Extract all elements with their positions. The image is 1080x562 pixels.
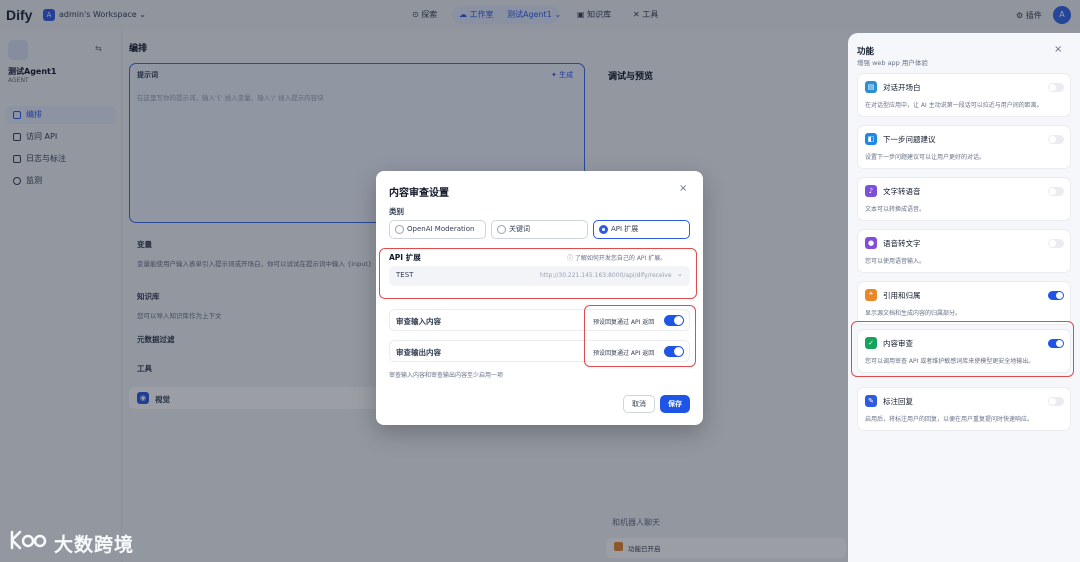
input-review-label: 审查输入内容 [396, 317, 441, 326]
feature-card-opening[interactable]: ▤ 对话开场白 在对话型应用中，让 AI 主动说第一段话可以拉近与用户间的距离。 [857, 73, 1071, 117]
cancel-button[interactable]: 取消 [623, 395, 655, 413]
highlight-box [584, 305, 696, 367]
option-api-extension[interactable]: API 扩展 [593, 220, 690, 239]
feature-desc: 启用后，将标注用户的回复，以便在用户重复提问时快速响应。 [865, 416, 1034, 423]
message-icon: ▤ [865, 81, 877, 93]
feature-name: 标注回复 [883, 397, 913, 406]
feature-name: 对话开场白 [883, 83, 921, 92]
option-label: API 扩展 [611, 225, 639, 233]
radio-icon [497, 225, 506, 234]
feature-name: 下一步问题建议 [883, 135, 936, 144]
feature-toggle[interactable] [1048, 291, 1064, 300]
feature-name: 语音转文字 [883, 239, 921, 248]
api-extension-name: TEST [396, 271, 414, 279]
chevron-down-icon: ⌄ [677, 270, 683, 278]
feature-toggle[interactable] [1048, 135, 1064, 144]
chat-bubbles-icon: ◧ [865, 133, 877, 145]
review-note: 审查输入内容和审查输出内容至少启用一项 [389, 372, 504, 379]
radio-icon [395, 225, 404, 234]
features-subtitle: 增强 web app 用户体验 [857, 59, 928, 67]
option-openai-moderation[interactable]: OpenAI Moderation [389, 220, 486, 239]
api-docs-link[interactable]: ⓘ 了解如何开发您自己的 API 扩展。 [567, 253, 666, 262]
api-extension-url: http://30.221.145.163:8000/api/dify/rece… [540, 272, 672, 279]
feature-name: 引用和归属 [883, 291, 921, 300]
features-title: 功能 [857, 47, 875, 57]
feature-toggle[interactable] [1048, 187, 1064, 196]
output-review-label: 审查输出内容 [396, 348, 441, 357]
feature-card-stt[interactable]: ● 语音转文字 您可以使用语音输入。 [857, 229, 1071, 273]
option-label: 关键词 [509, 225, 530, 233]
feature-toggle[interactable] [1048, 83, 1064, 92]
feature-desc: 文本可以转换成语音。 [865, 206, 926, 213]
feature-name: 文字转语音 [883, 187, 921, 196]
category-label: 类别 [389, 207, 404, 216]
feature-toggle[interactable] [1048, 397, 1064, 406]
feature-card-suggestions[interactable]: ◧ 下一步问题建议 设置下一步问题建议可以让用户更好的对话。 [857, 125, 1071, 169]
option-keywords[interactable]: 关键词 [491, 220, 588, 239]
citation-icon: ❝ [865, 289, 877, 301]
highlight-box [851, 321, 1074, 377]
feature-toggle[interactable] [1048, 239, 1064, 248]
feature-desc: 设置下一步问题建议可以让用户更好的对话。 [865, 154, 986, 161]
feature-desc: 您可以使用语音输入。 [865, 258, 926, 265]
feature-card-citation[interactable]: ❝ 引用和归属 显示源文档和生成内容的归属部分。 [857, 281, 1071, 325]
dialog-title: 内容审查设置 [389, 188, 449, 199]
save-button[interactable]: 保存 [660, 395, 690, 413]
feature-card-tts[interactable]: ♪ 文字转语音 文本可以转换成语音。 [857, 177, 1071, 221]
feature-desc: 显示源文档和生成内容的归属部分。 [865, 310, 962, 317]
speaker-icon: ♪ [865, 185, 877, 197]
watermark-text: 大数跨境 [54, 534, 135, 556]
radio-icon [599, 225, 608, 234]
annotation-icon: ✎ [865, 395, 877, 407]
feature-desc: 在对话型应用中，让 AI 主动说第一段话可以拉近与用户间的距离。 [865, 102, 1043, 109]
feature-card-annotation[interactable]: ✎ 标注回复 启用后，将标注用户的回复，以便在用户重复提问时快速响应。 [857, 387, 1071, 431]
close-icon[interactable]: × [679, 183, 687, 194]
microphone-icon: ● [865, 237, 877, 249]
api-extension-label: API 扩展 [389, 253, 421, 262]
features-close-icon[interactable]: × [1054, 44, 1062, 55]
option-label: OpenAI Moderation [407, 225, 475, 233]
watermark-logo [10, 530, 47, 550]
